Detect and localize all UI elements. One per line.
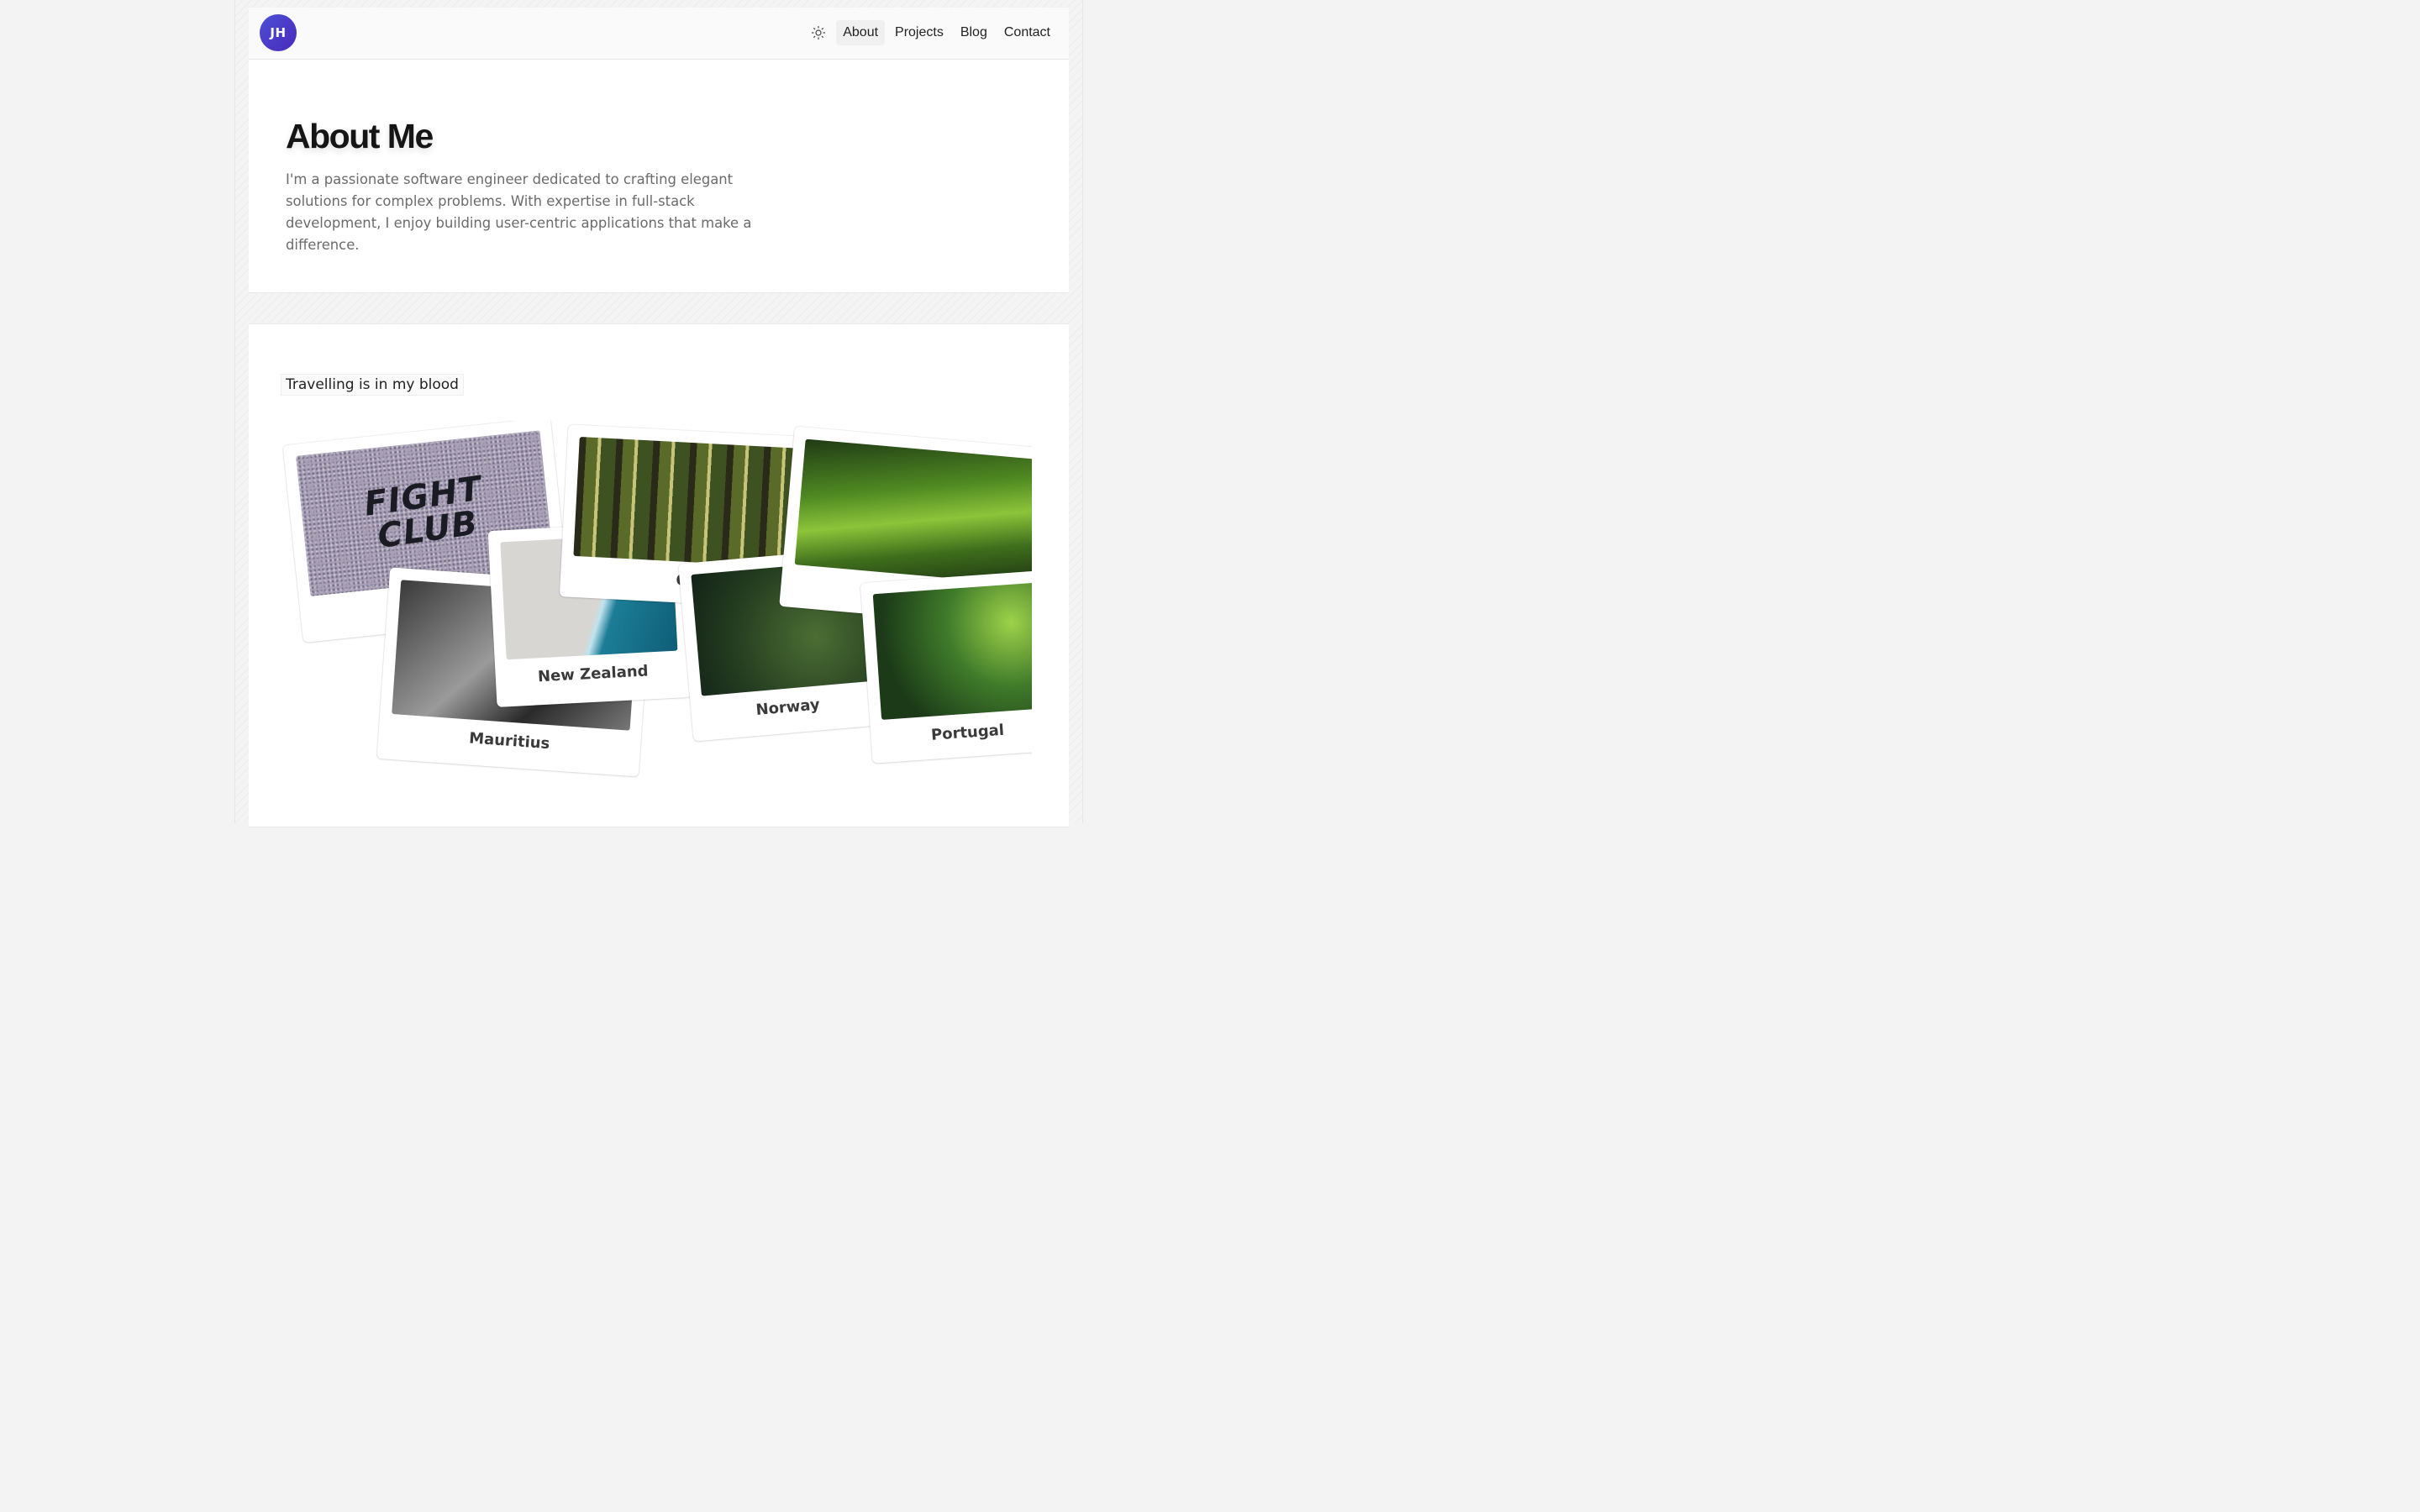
sun-icon [812,25,826,40]
photo-card-portugal[interactable]: Portugal [860,570,1032,764]
nav-about-link[interactable]: About [836,20,886,45]
theme-toggle-button[interactable] [806,20,831,45]
photo-green-hills [794,438,1032,586]
photo-portugal [872,582,1032,720]
photo-gallery: FIGHT CLUB Mauritius New Zealand Ca Norw… [282,421,1032,782]
bio-text: I'm a passionate software engineer dedic… [286,171,752,253]
avatar[interactable]: JH [260,14,297,51]
travel-tagline: Travelling is in my blood [281,375,463,395]
travel-section: Travelling is in my blood FIGHT CLUB Mau… [249,323,1069,827]
photo-forest [573,437,808,569]
main-nav: About Projects Blog Contact [806,20,1057,45]
site-header: JH About Projects Blog Contact [249,8,1069,59]
about-section: About Me I'm a passionate software engin… [249,59,1069,293]
photo-graffiti-text: FIGHT CLUB [361,469,485,557]
nav-contact-link[interactable]: Contact [997,20,1057,45]
nav-projects-link[interactable]: Projects [888,20,950,45]
page-title: About Me [286,117,434,155]
nav-blog-link[interactable]: Blog [954,20,994,45]
